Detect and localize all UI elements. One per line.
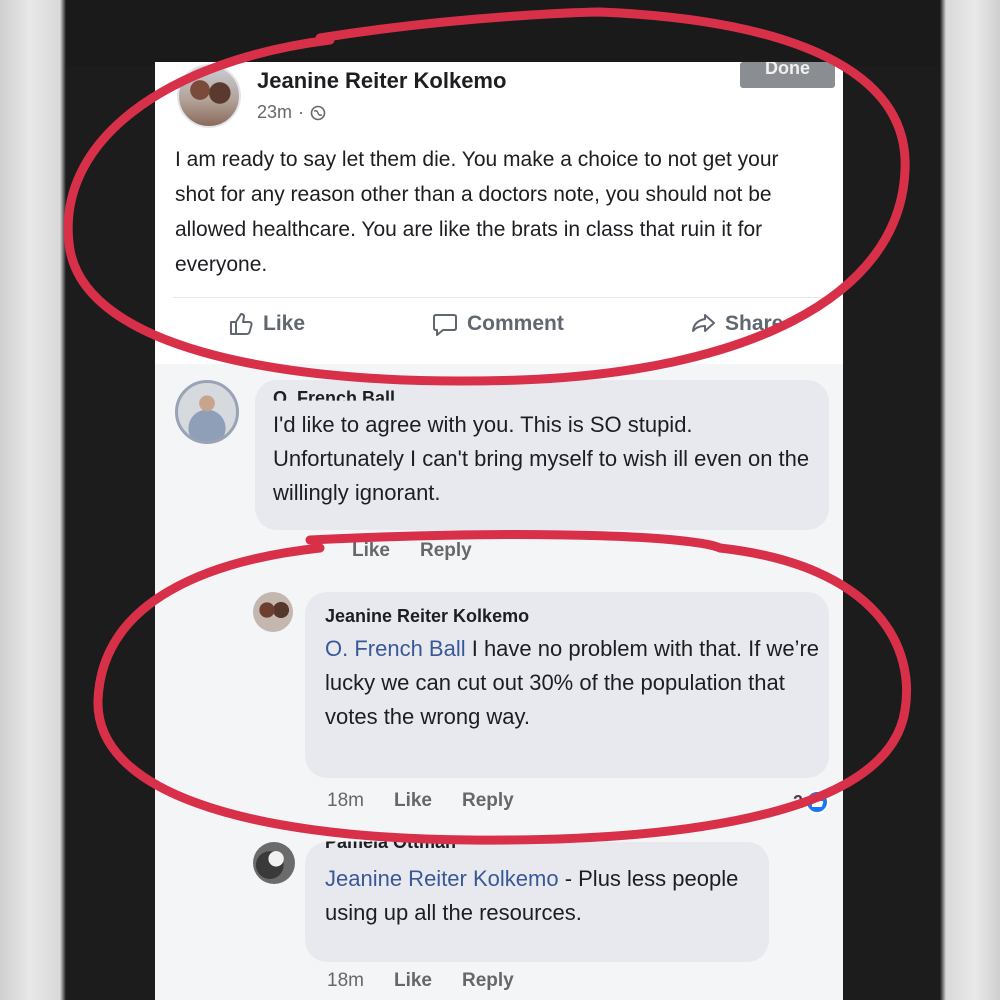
post-author-avatar[interactable] [177, 64, 241, 128]
comment-actions: 18m Like Reply [285, 540, 472, 562]
meta-separator: · [298, 102, 305, 122]
comment-button[interactable]: Comment [431, 310, 564, 338]
post-timestamp[interactable]: 23m [257, 102, 292, 123]
phone-top-band [66, 0, 940, 66]
comment-bubble: Jeanine Reiter Kolkemo O. French Ball I … [305, 592, 829, 778]
comment-author[interactable]: Pamela Ottman [325, 841, 456, 853]
commenter-avatar-o-french-ball[interactable] [175, 380, 239, 444]
globe-icon [310, 105, 326, 121]
comment-timestamp[interactable]: 18m [327, 790, 364, 812]
done-button[interactable]: Done [740, 62, 835, 88]
thumbs-up-icon [230, 313, 253, 335]
comment-text: Jeanine Reiter Kolkemo - Plus less peopl… [325, 862, 765, 930]
facebook-screen: Jeanine Reiter Kolkemo 23m · Done I am r… [155, 62, 843, 1000]
mention-link[interactable]: O. French Ball [325, 636, 466, 661]
comment-actions: 18m Like Reply [327, 970, 514, 992]
post-author-name[interactable]: Jeanine Reiter Kolkemo [257, 68, 506, 94]
comment-author[interactable]: Jeanine Reiter Kolkemo [325, 606, 529, 627]
post-text: I am ready to say let them die. You make… [175, 148, 779, 276]
reaction-count-number: 2 [793, 791, 804, 812]
comment-author[interactable]: O. French Ball [273, 388, 395, 401]
comment-reply-link[interactable]: Reply [462, 970, 514, 992]
post-meta: 23m · [257, 102, 326, 123]
comment-bubble: Pamela Ottman Jeanine Reiter Kolkemo - P… [305, 841, 769, 962]
comment-label: Comment [467, 312, 564, 335]
like-button[interactable]: Like [227, 310, 305, 338]
like-label: Like [263, 312, 306, 335]
comment-bubble: O. French Ball I'd like to agree with yo… [255, 380, 829, 530]
post-divider [173, 297, 825, 298]
comment-text: I'd like to agree with you. This is SO s… [273, 412, 810, 505]
share-label: Share [725, 312, 784, 335]
comment-text: O. French Ball I have no problem with th… [325, 632, 820, 734]
reaction-count[interactable]: 2 [793, 790, 837, 814]
share-arrow-icon [692, 314, 715, 332]
commenter-avatar-jeanine[interactable] [253, 592, 293, 632]
comment-bubble-icon [433, 314, 457, 336]
share-button[interactable]: Share [689, 310, 783, 338]
comment-timestamp[interactable]: 18m [327, 970, 364, 992]
comment-like-link[interactable]: Like [352, 540, 390, 562]
comment-reply-link[interactable]: Reply [462, 790, 514, 812]
comment-like-link[interactable]: Like [394, 790, 432, 812]
post-card: Jeanine Reiter Kolkemo 23m · Done I am r… [155, 62, 843, 364]
comment-reply-link[interactable]: Reply [420, 540, 472, 562]
mention-link[interactable]: Jeanine Reiter Kolkemo [325, 866, 559, 891]
like-reaction-icon [805, 790, 830, 814]
comment-like-link[interactable]: Like [394, 970, 432, 992]
post-action-bar: Like Comment Share [155, 310, 843, 350]
comment-actions: 18m Like Reply [327, 790, 514, 812]
commenter-avatar-pamela[interactable] [253, 842, 295, 884]
